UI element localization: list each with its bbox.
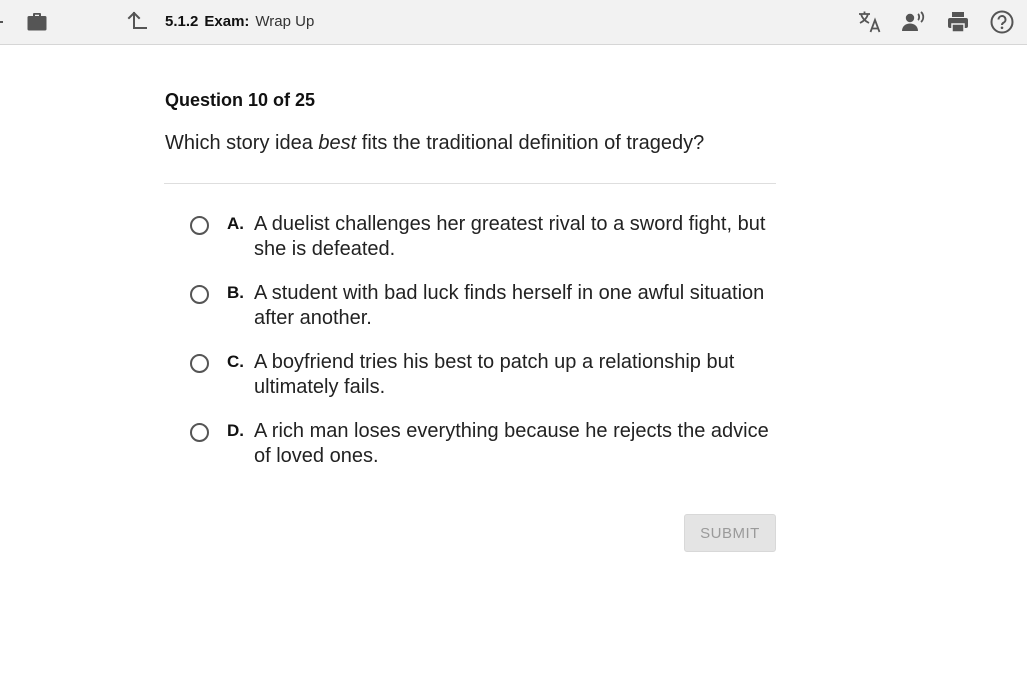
choice-text: A boyfriend tries his best to patch up a… (254, 351, 735, 398)
submit-button[interactable]: SUBMIT (684, 514, 776, 552)
exam-type: Exam: (204, 13, 250, 30)
divider (164, 183, 776, 184)
briefcase-icon[interactable] (25, 10, 49, 34)
choice-text: A student with bad luck finds herself in… (254, 282, 765, 329)
help-icon[interactable] (989, 9, 1015, 35)
up-arrow-icon[interactable] (126, 10, 148, 32)
read-aloud-icon[interactable] (900, 9, 926, 35)
choice-letter: A. (227, 214, 244, 233)
exam-title: 5.1.2 Exam: Wrap Up (165, 13, 314, 30)
choice-letter: D. (227, 421, 244, 440)
print-icon[interactable] (945, 9, 971, 35)
prompt-text-before: Which story idea (165, 132, 319, 154)
choice-text: A duelist challenges her greatest rival … (254, 213, 766, 260)
question-number: Question 10 of 25 (165, 90, 316, 110)
top-toolbar: 5.1.2 Exam: Wrap Up (0, 0, 1027, 45)
radio-button-d[interactable] (190, 423, 209, 442)
back-arrow-fragment[interactable] (0, 21, 3, 23)
radio-button-b[interactable] (190, 285, 209, 304)
prompt-emphasis: best (318, 132, 357, 154)
radio-button-c[interactable] (190, 354, 209, 373)
choice-text: A rich man loses everything because he r… (254, 420, 769, 467)
choice-letter: B. (227, 283, 244, 302)
translate-icon[interactable] (857, 9, 883, 35)
radio-button-a[interactable] (190, 216, 209, 235)
choice-letter: C. (227, 352, 244, 371)
prompt-text-after: fits the traditional definition of trage… (356, 132, 705, 154)
exam-code: 5.1.2 (165, 13, 199, 30)
question-prompt: Which story idea best fits the tradition… (165, 132, 704, 155)
exam-name: Wrap Up (255, 13, 315, 30)
